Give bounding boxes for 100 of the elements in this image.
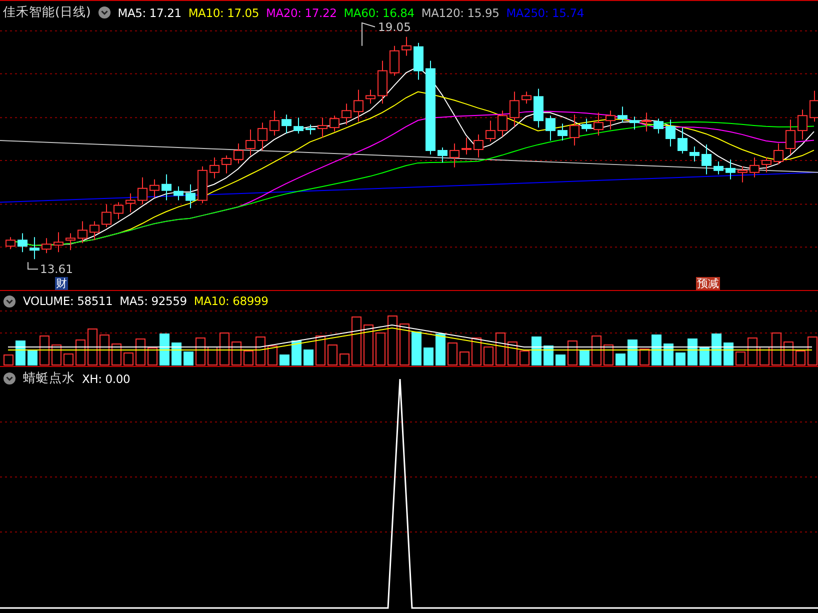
candlestick: [510, 91, 520, 128]
candlestick: [402, 36, 412, 56]
indicator-value: MA20: 17.22: [266, 6, 337, 20]
volume-bar: [256, 336, 266, 366]
candlestick: [18, 232, 28, 253]
candlestick: [390, 45, 400, 76]
candlestick: [726, 158, 736, 180]
volume-bar: [568, 340, 578, 366]
candlestick: [222, 154, 232, 174]
candlestick: [450, 143, 460, 168]
volume-bar: [508, 342, 518, 366]
candlestick: [762, 156, 772, 173]
volume-bar: [148, 348, 158, 366]
candlestick: [294, 117, 304, 134]
candlestick: [606, 110, 616, 130]
indicator-value: MA5: 92559: [120, 294, 187, 308]
volume-bar: [724, 342, 734, 366]
candlestick: [462, 137, 472, 155]
volume-bar: [124, 352, 134, 366]
volume-bar: [136, 338, 146, 366]
candlestick: [474, 134, 484, 158]
volume-bar: [496, 332, 506, 366]
candlestick: [174, 186, 184, 201]
low-price-label: 13.61: [40, 263, 73, 276]
volume-bar: [172, 342, 182, 366]
volume-bar: [472, 338, 482, 366]
candlestick: [114, 202, 124, 220]
volume-bar: [796, 350, 806, 366]
dropdown-icon[interactable]: [3, 294, 16, 308]
candlestick: [498, 110, 508, 138]
indicator-value: VOLUME: 58511: [23, 294, 113, 308]
candlestick: [330, 115, 340, 132]
volume-bar: [268, 346, 278, 366]
volume-bar: [688, 338, 698, 366]
volume-bar: [112, 344, 122, 366]
candlestick: [618, 106, 628, 124]
candlestick: [378, 60, 388, 104]
volume-bar: [556, 354, 566, 366]
candlestick: [666, 119, 676, 147]
candlestick: [414, 42, 424, 80]
volume-bar: [640, 348, 650, 366]
candlestick: [702, 144, 712, 175]
volume-bar: [412, 332, 422, 366]
candlestick: [642, 112, 652, 132]
indicator-value: MA10: 17.05: [188, 6, 260, 20]
volume-bar: [160, 334, 170, 366]
volume-bar: [244, 350, 254, 366]
volume-bar: [52, 344, 62, 366]
candlestick: [714, 160, 724, 175]
volume-bar: [400, 324, 410, 366]
volume-bar: [196, 338, 206, 366]
candlestick: [342, 103, 352, 126]
leader-line: [28, 262, 38, 270]
volume-bar: [4, 354, 14, 366]
candlestick: [738, 166, 748, 183]
volume-bar: [64, 354, 74, 366]
indicator-value: XH: 0.00: [82, 372, 130, 386]
volume-bar: [220, 332, 230, 366]
volume-bar: [784, 342, 794, 366]
volume-bar: [460, 352, 470, 366]
volume-bar: [352, 316, 362, 366]
event-marker[interactable]: 预减: [696, 277, 720, 290]
event-marker[interactable]: 财: [55, 277, 68, 290]
candlestick: [582, 118, 592, 132]
volume-bar: [664, 344, 674, 366]
candlestick: [630, 116, 640, 130]
candlestick: [690, 146, 700, 162]
candlestick: [54, 232, 64, 253]
candlestick: [126, 192, 136, 213]
volume-bar: [28, 350, 38, 366]
candlestick: [258, 122, 268, 151]
volume-bar: [208, 346, 218, 366]
candlestick: [570, 114, 580, 146]
dropdown-icon[interactable]: [3, 372, 16, 385]
candlestick: [546, 115, 556, 142]
indicator-value: MA250: 15.74: [506, 6, 584, 20]
candlestick: [318, 117, 328, 138]
candlestick: [486, 120, 496, 142]
volume-bar: [628, 340, 638, 366]
volume-bar: [616, 354, 626, 366]
volume-bar: [340, 354, 350, 366]
candlestick: [42, 238, 52, 254]
candlestick: [786, 119, 796, 155]
dropdown-icon[interactable]: [98, 6, 111, 19]
volume-bar: [328, 344, 338, 366]
volume-bar: [388, 316, 398, 366]
volume-bar: [76, 340, 86, 366]
volume-bar: [544, 346, 554, 366]
volume-bar: [292, 340, 302, 366]
candlestick: [186, 184, 196, 209]
candlestick: [162, 174, 172, 201]
indicator-title: 蜻蜓点水: [23, 370, 75, 387]
volume-bar: [652, 334, 662, 366]
high-price-label: 19.05: [378, 20, 411, 34]
candlestick: [774, 143, 784, 165]
candlestick: [306, 124, 316, 136]
candlestick: [750, 156, 760, 178]
candlestick: [78, 220, 88, 244]
volume-bar: [376, 332, 386, 366]
candlestick: [558, 123, 568, 142]
